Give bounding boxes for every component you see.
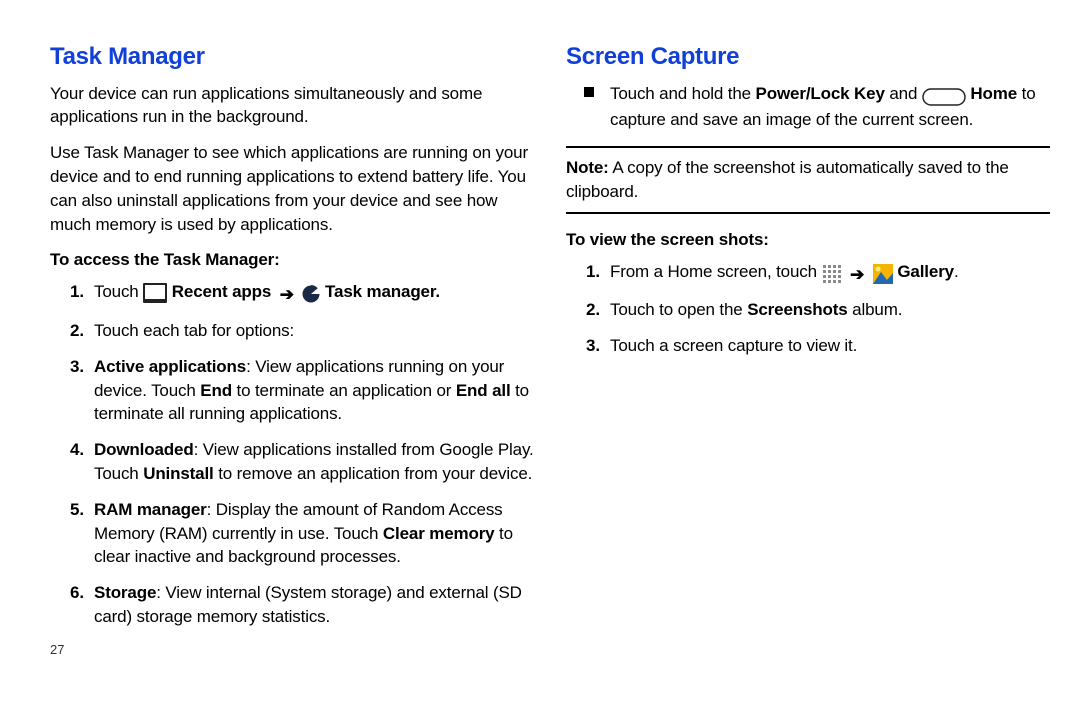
list-item: Touch and hold the Power/Lock Key and Ho… [610,82,1050,133]
manual-page: Task Manager Your device can run applica… [0,0,1080,720]
text-bold: Recent apps [172,282,271,301]
text-bold: End [200,381,232,400]
list-item: Downloaded: View applications installed … [94,438,534,486]
text-bold: Clear memory [383,524,495,543]
text-bold: Uninstall [143,464,213,483]
text: Touch to open the [610,300,747,319]
text-bold: Home [970,84,1017,103]
task-manager-steps: Touch Recent apps ➔ Task manager. Touch … [50,280,534,629]
left-column: Task Manager Your device can run applica… [50,40,534,700]
arrow-right-icon: ➔ [276,283,298,307]
text-bold: Active applications [94,357,246,376]
home-pill-icon [922,85,966,109]
text-bold: Gallery [897,262,954,281]
note-text: A copy of the screenshot is automaticall… [566,158,1009,201]
list-item: Touch to open the Screenshots album. [610,298,1050,322]
subheading: To view the screen shots: [566,228,1050,252]
list-item: Touch each tab for options: [94,319,534,343]
list-item: Touch Recent apps ➔ Task manager. [94,280,534,307]
right-column: Screen Capture Touch and hold the Power/… [566,40,1050,700]
list-item: From a Home screen, touch ➔ [610,260,1050,287]
text: and [885,84,922,103]
text: to remove an application from your devic… [214,464,533,483]
list-item: Storage: View internal (System storage) … [94,581,534,629]
gallery-icon [873,263,893,287]
text: Touch [94,282,143,301]
text-bold: Storage [94,583,156,602]
text: Touch and hold the [610,84,756,103]
note-label: Note: [566,158,609,177]
text-bold: Downloaded [94,440,194,459]
text: : View internal (System storage) and ext… [94,583,522,626]
text: album. [848,300,903,319]
text-bold: RAM manager [94,500,207,519]
text: . [954,262,959,281]
note-block: Note: A copy of the screenshot is automa… [566,146,1050,214]
apps-grid-icon [822,263,842,287]
recent-apps-icon [143,283,167,307]
view-screenshots-steps: From a Home screen, touch ➔ [566,260,1050,358]
text-bold: End all [456,381,511,400]
text-bold: Power/Lock Key [756,84,885,103]
arrow-right-icon: ➔ [846,263,868,287]
page-number: 27 [50,641,534,659]
screen-capture-heading: Screen Capture [566,40,1050,74]
bullet-list: Touch and hold the Power/Lock Key and Ho… [566,82,1050,133]
text-bold: Task manager. [325,282,440,301]
list-item: Active applications: View applications r… [94,355,534,426]
body-text: Your device can run applications simulta… [50,82,534,130]
pie-chart-icon [302,283,320,307]
list-item: RAM manager: Display the amount of Rando… [94,498,534,569]
task-manager-heading: Task Manager [50,40,534,74]
subheading: To access the Task Manager: [50,248,534,272]
text-bold: Screenshots [747,300,847,319]
list-item: Touch a screen capture to view it. [610,334,1050,358]
text: to terminate an application or [232,381,456,400]
text: From a Home screen, touch [610,262,822,281]
body-text: Use Task Manager to see which applicatio… [50,141,534,236]
